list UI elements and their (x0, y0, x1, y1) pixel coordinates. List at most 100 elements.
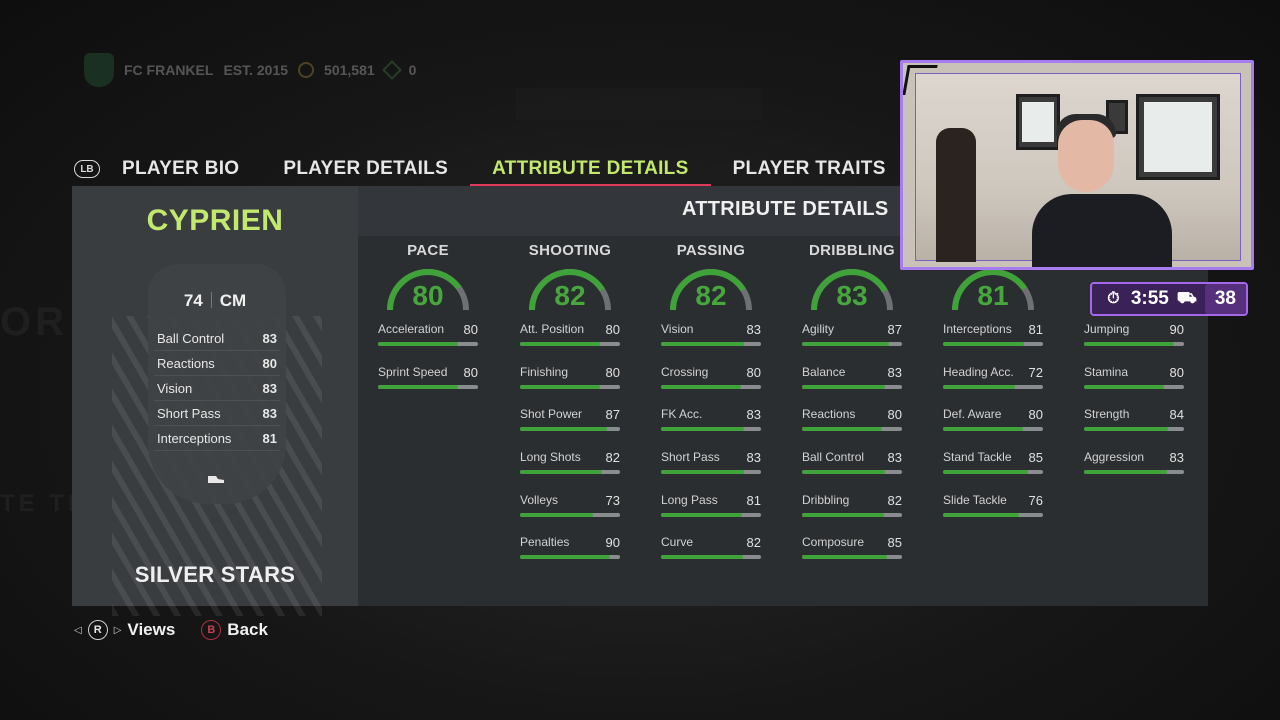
attribute-column: SHOOTING 82 Att. Position 80 Finishing 80 Shot… (520, 242, 620, 572)
attribute-value: 76 (1028, 492, 1043, 508)
attribute-gauge: 82 (527, 266, 613, 316)
sub-count: 38 (1204, 284, 1246, 314)
attribute-bar-fill (943, 342, 1024, 346)
attribute-category-name: SHOOTING (528, 242, 612, 259)
cutout-figure (936, 128, 976, 262)
attribute-label: Balance (802, 364, 846, 379)
attribute-row: Interceptions 81 (943, 316, 1043, 359)
attribute-bar (520, 427, 620, 432)
attribute-value: 80 (887, 407, 902, 423)
attribute-row: Penalties 90 (520, 529, 620, 572)
attribute-row: Vision 83 (661, 316, 761, 359)
attribute-label: Acceleration (378, 322, 445, 336)
attribute-row: Aggression 83 (1084, 444, 1184, 487)
attribute-label: Long Pass (661, 492, 718, 507)
attribute-label: Aggression (1084, 450, 1145, 465)
attribute-label: Def. Aware (943, 407, 1002, 422)
card-stat-label: Short Pass (157, 405, 221, 421)
streamer-body (1032, 194, 1172, 267)
attribute-label: Vision (661, 322, 694, 336)
attribute-bar-fill (802, 427, 882, 432)
attribute-gauge: 82 (668, 266, 754, 316)
attribute-label: Agility (802, 322, 835, 336)
boot-icon (208, 476, 224, 483)
attribute-label: Strength (1084, 407, 1130, 422)
attribute-category-name: PASSING (676, 242, 746, 259)
views-button[interactable]: Views (127, 620, 175, 640)
attribute-value: 80 (463, 364, 478, 380)
attribute-value: 80 (1028, 407, 1043, 423)
attribute-label: Finishing (520, 364, 569, 379)
tab-attribute-details[interactable]: ATTRIBUTE DETAILS (470, 154, 711, 186)
attribute-bar (520, 342, 620, 346)
attribute-row: Def. Aware 80 (943, 401, 1043, 444)
attribute-bar (378, 384, 478, 389)
attribute-row: Sprint Speed 80 (378, 359, 478, 402)
attribute-label: Composure (802, 535, 865, 550)
attribute-value: 80 (605, 322, 620, 337)
attribute-bar (943, 427, 1043, 432)
attribute-bar (661, 555, 761, 560)
attribute-value: 87 (605, 407, 620, 423)
attribute-value: 83 (1169, 450, 1184, 466)
player-card-panel: CYPRIEN 74 CM Ball Control 83 Reactions 80 … (72, 186, 358, 616)
arrow-right-icon: ▷ (113, 624, 122, 636)
attribute-bar (661, 342, 761, 346)
b-button-icon: B (201, 620, 222, 640)
attribute-label: Sprint Speed (378, 364, 448, 379)
attribute-value: 80 (746, 364, 761, 380)
stream-timer: 3:55 (1130, 288, 1169, 309)
framed-jersey (1144, 102, 1212, 172)
controls-bar: ◁ R ▷ Views B Back (74, 620, 268, 640)
attribute-label: Dribbling (802, 492, 850, 507)
tab-player-bio[interactable]: PLAYER BIO (100, 154, 261, 184)
attribute-label: Volleys (520, 492, 559, 507)
attribute-label: Stamina (1084, 364, 1129, 379)
attribute-bar (661, 427, 761, 432)
attribute-bar-fill (520, 384, 600, 389)
tab-player-traits[interactable]: PLAYER TRAITS (711, 154, 908, 184)
attribute-bar-fill (378, 384, 458, 389)
tab-bar: LB PLAYER BIO PLAYER DETAILS ATTRIBUTE D… (74, 154, 934, 186)
attribute-value: 81 (746, 492, 761, 508)
attribute-bar (520, 555, 620, 560)
card-type: SILVER STARS (134, 562, 296, 587)
attribute-column: PACE 80 Acceleration 80 Sprint Speed 80 (378, 242, 478, 401)
attribute-row: Heading Acc. 72 (943, 359, 1043, 402)
attribute-label: Jumping (1084, 322, 1130, 336)
tab-player-details[interactable]: PLAYER DETAILS (261, 154, 470, 184)
attribute-bar (802, 342, 902, 346)
attribute-bar-fill (378, 342, 458, 346)
attribute-value: 80 (605, 364, 620, 380)
attribute-value: 80 (463, 322, 478, 337)
attribute-row: FK Acc. 83 (661, 401, 761, 444)
attribute-category-name: DRIBBLING (808, 242, 896, 259)
card-stat-value: 83 (262, 405, 277, 421)
attribute-label: Reactions (802, 407, 856, 422)
attribute-label: Slide Tackle (943, 492, 1007, 507)
back-button[interactable]: Back (227, 620, 268, 640)
card-stat-label: Interceptions (157, 430, 232, 446)
attribute-bar-fill (1084, 470, 1167, 475)
attribute-bar-fill (520, 555, 610, 560)
framed-jersey (1022, 102, 1054, 142)
attribute-row: Ball Control 83 (802, 444, 902, 487)
attribute-bar (661, 470, 761, 475)
card-stat: Vision 83 (154, 376, 280, 401)
attribute-bar (943, 512, 1043, 517)
card-stats-list: Ball Control 83 Reactions 80 Vision 83 Shor… (154, 326, 280, 451)
attribute-bar (802, 555, 902, 560)
attribute-bar-fill (802, 342, 889, 346)
card-stat: Short Pass 83 (154, 401, 280, 426)
attribute-row: Curve 82 (661, 529, 761, 572)
attribute-row: Long Shots 82 (520, 444, 620, 487)
lb-bumper-icon[interactable]: LB (74, 160, 100, 178)
attribute-label: Long Shots (520, 450, 581, 465)
attribute-row: Finishing 80 (520, 359, 620, 402)
attribute-bar-fill (661, 342, 744, 346)
attribute-category-value: 82 (554, 280, 586, 311)
attribute-bar-fill (520, 342, 600, 346)
attribute-details-title: ATTRIBUTE DETAILS (682, 198, 889, 220)
attribute-bar-fill (943, 427, 1023, 432)
attribute-value: 82 (746, 535, 761, 551)
